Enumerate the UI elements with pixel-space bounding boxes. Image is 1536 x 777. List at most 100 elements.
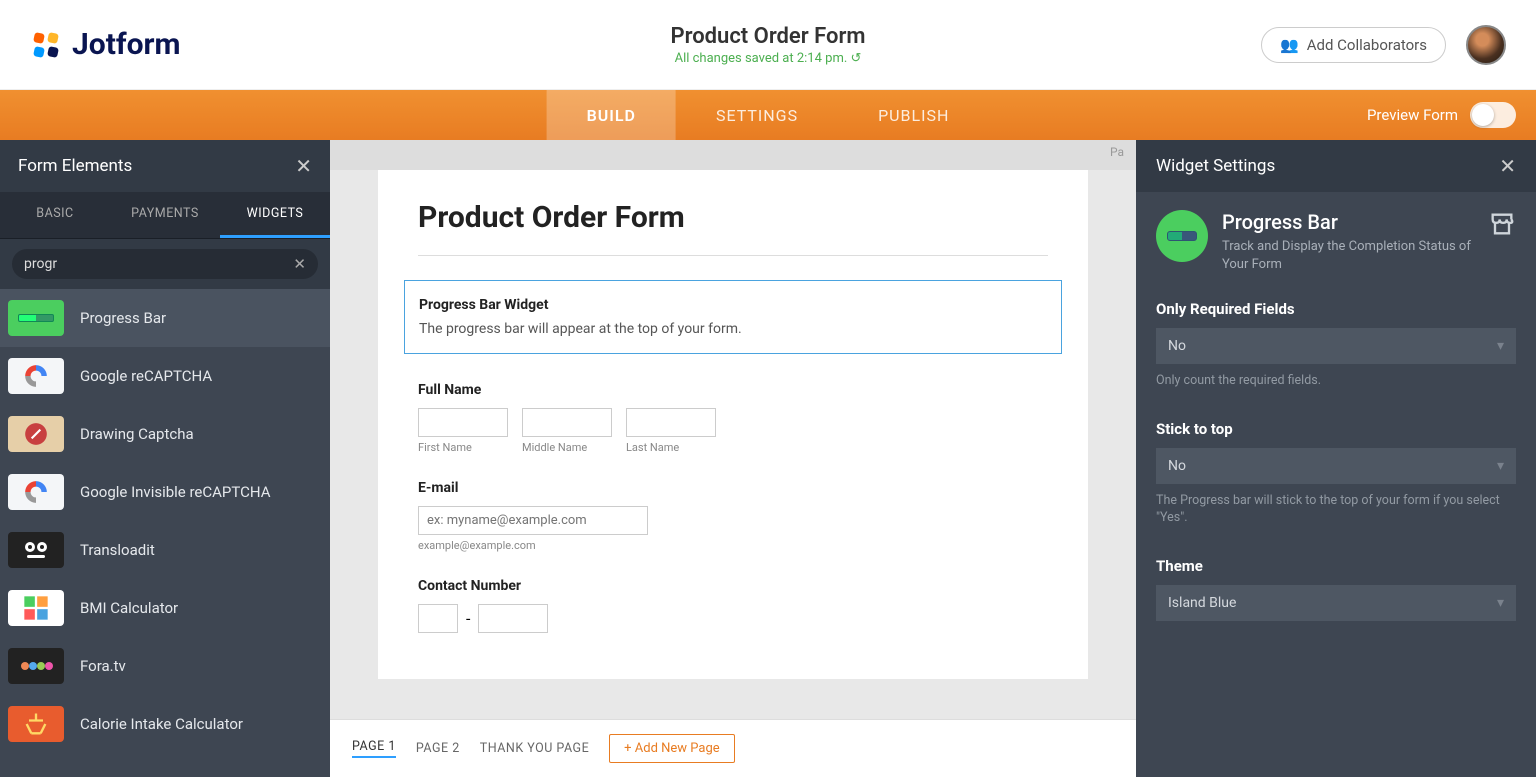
stick-top-select[interactable]: No [1156, 448, 1516, 484]
field-contact[interactable]: Contact Number - [418, 578, 1048, 633]
topbar: Jotform Product Order Form All changes s… [0, 0, 1536, 90]
widget-block-title: Progress Bar Widget [419, 297, 1047, 313]
widget-name: Fora.tv [80, 657, 126, 675]
widget-list: Progress Bar Google reCAPTCHA Drawing Ca… [0, 289, 330, 777]
widget-item-recaptcha[interactable]: Google reCAPTCHA [0, 347, 330, 405]
nav-tabs: BUILD SETTINGS PUBLISH [547, 90, 990, 140]
widget-header: Progress Bar Track and Display the Compl… [1136, 192, 1536, 292]
widget-item-bmi[interactable]: BMI Calculator [0, 579, 330, 637]
tab-settings[interactable]: SETTINGS [676, 90, 838, 140]
theme-select[interactable]: Island Blue [1156, 585, 1516, 621]
widget-item-transloadit[interactable]: Transloadit [0, 521, 330, 579]
tab-build[interactable]: BUILD [547, 90, 676, 140]
page-tab-2[interactable]: PAGE 2 [416, 741, 460, 756]
progress-bar-widget-icon [1156, 210, 1208, 262]
widget-name: Google reCAPTCHA [80, 367, 212, 385]
right-panel: Widget Settings ✕ Progress Bar Track and… [1136, 140, 1536, 777]
progress-bar-widget-block[interactable]: Progress Bar Widget The progress bar wil… [404, 280, 1062, 354]
left-panel-header: Form Elements ✕ [0, 140, 330, 192]
add-collaborators-button[interactable]: 👥 Add Collaborators [1261, 27, 1446, 63]
page-tab-thankyou[interactable]: THANK YOU PAGE [480, 741, 589, 756]
contact-dash: - [466, 609, 470, 628]
recaptcha-icon [8, 358, 64, 394]
logo-text: Jotform [72, 27, 181, 62]
left-panel: Form Elements ✕ BASIC PAYMENTS WIDGETS ✕… [0, 140, 330, 777]
first-name-input[interactable] [418, 408, 508, 437]
jotform-logo-icon [30, 29, 62, 61]
page-tab-1[interactable]: PAGE 1 [352, 739, 396, 758]
invisible-recaptcha-icon [8, 474, 64, 510]
clear-search-icon[interactable]: ✕ [293, 255, 306, 273]
right-panel-body: Only Required Fields No Only count the r… [1136, 292, 1536, 777]
widget-item-fora[interactable]: Fora.tv [0, 637, 330, 695]
user-avatar[interactable] [1466, 25, 1506, 65]
field-email[interactable]: E-mail example@example.com [418, 480, 1048, 552]
widget-search-input[interactable] [24, 256, 293, 272]
right-panel-title: Widget Settings [1156, 156, 1275, 176]
email-input[interactable] [418, 506, 648, 535]
save-status: All changes saved at 2:14 pm. ↺ [670, 51, 865, 66]
preview-label: Preview Form [1367, 106, 1458, 124]
left-panel-tabs: BASIC PAYMENTS WIDGETS [0, 192, 330, 239]
name-inputs: First Name Middle Name Last Name [418, 408, 1048, 454]
canvas-corner-hint: Pa [330, 140, 1136, 170]
close-icon[interactable]: ✕ [295, 154, 312, 178]
tab-publish[interactable]: PUBLISH [838, 90, 989, 140]
lp-tab-basic[interactable]: BASIC [0, 192, 110, 238]
drawing-captcha-icon [8, 416, 64, 452]
last-name-input[interactable] [626, 408, 716, 437]
main: Form Elements ✕ BASIC PAYMENTS WIDGETS ✕… [0, 140, 1536, 777]
topbar-right: 👥 Add Collaborators [1261, 25, 1506, 65]
contact-area-input[interactable] [418, 604, 458, 633]
fora-icon [8, 648, 64, 684]
contact-number-input[interactable] [478, 604, 548, 633]
preview-area: Preview Form [1367, 102, 1536, 128]
widget-desc: Track and Display the Completion Status … [1222, 238, 1474, 274]
canvas-area: Pa Product Order Form Progress Bar Widge… [330, 140, 1136, 777]
widget-block-desc: The progress bar will appear at the top … [419, 321, 1047, 337]
add-page-button[interactable]: + Add New Page [609, 734, 735, 763]
only-required-label: Only Required Fields [1156, 300, 1516, 318]
collab-label: Add Collaborators [1307, 36, 1427, 54]
page-tabs: PAGE 1 PAGE 2 THANK YOU PAGE + Add New P… [330, 719, 1136, 777]
logo-area[interactable]: Jotform [30, 27, 181, 62]
preview-toggle[interactable] [1470, 102, 1516, 128]
field-only-required: Only Required Fields No Only count the r… [1156, 300, 1516, 390]
transloadit-icon [8, 532, 64, 568]
close-icon[interactable]: ✕ [1499, 154, 1516, 178]
left-panel-title: Form Elements [18, 156, 132, 176]
right-panel-header: Widget Settings ✕ [1136, 140, 1536, 192]
email-sublabel: example@example.com [418, 539, 1048, 552]
stick-top-label: Stick to top [1156, 420, 1516, 438]
widget-marketplace-icon[interactable] [1488, 210, 1516, 238]
widget-item-drawing-captcha[interactable]: Drawing Captcha [0, 405, 330, 463]
widget-item-invisible-recaptcha[interactable]: Google Invisible reCAPTCHA [0, 463, 330, 521]
lp-tab-payments[interactable]: PAYMENTS [110, 192, 220, 238]
lp-tab-widgets[interactable]: WIDGETS [220, 192, 330, 238]
theme-label: Theme [1156, 557, 1516, 575]
title-center: Product Order Form All changes saved at … [670, 24, 865, 66]
middle-name-input[interactable] [522, 408, 612, 437]
widget-name: Google Invisible reCAPTCHA [80, 483, 271, 501]
widget-name: BMI Calculator [80, 599, 178, 617]
widget-name: Progress Bar [80, 309, 166, 327]
field-fullname[interactable]: Full Name First Name Middle Name Last [418, 382, 1048, 454]
canvas-body[interactable]: Product Order Form Progress Bar Widget T… [330, 170, 1136, 719]
widget-item-calorie[interactable]: Calorie Intake Calculator [0, 695, 330, 753]
widget-item-progress-bar[interactable]: Progress Bar [0, 289, 330, 347]
only-required-hint: Only count the required fields. [1156, 372, 1516, 390]
calorie-icon [8, 706, 64, 742]
search-row: ✕ [0, 239, 330, 289]
form-card: Product Order Form Progress Bar Widget T… [378, 170, 1088, 679]
search-wrap: ✕ [12, 249, 318, 279]
stick-top-hint: The Progress bar will stick to the top o… [1156, 492, 1516, 527]
widget-name-label: Progress Bar [1222, 210, 1474, 234]
bmi-icon [8, 590, 64, 626]
form-title[interactable]: Product Order Form [418, 200, 1048, 256]
widget-name: Drawing Captcha [80, 425, 194, 443]
widget-name: Transloadit [80, 541, 155, 559]
only-required-select[interactable]: No [1156, 328, 1516, 364]
form-title-header: Product Order Form [670, 24, 865, 49]
first-name-sublabel: First Name [418, 441, 508, 454]
email-label: E-mail [418, 480, 1048, 496]
